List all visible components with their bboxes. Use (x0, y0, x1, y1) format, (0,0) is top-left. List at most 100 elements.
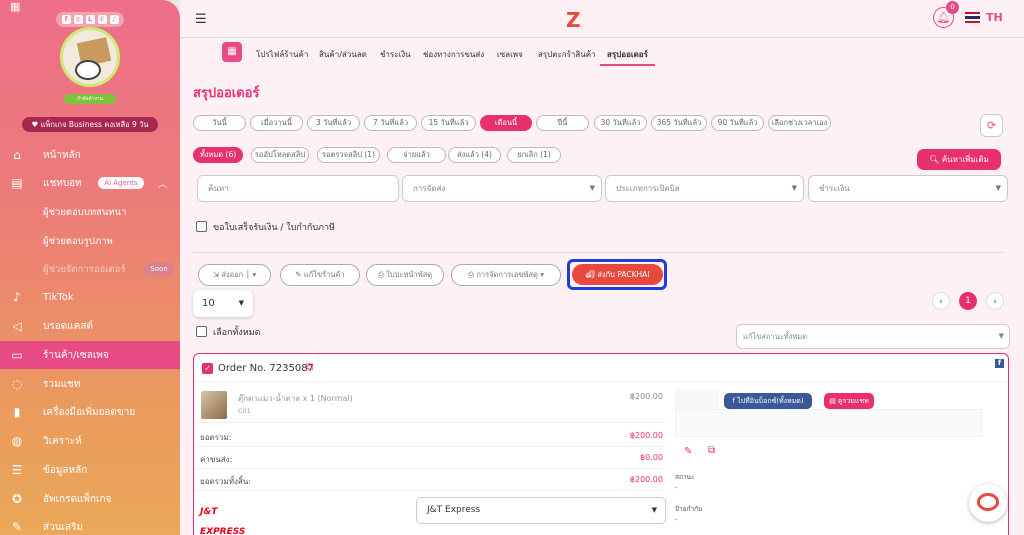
sidebar-item-master-data[interactable]: ☰ ข้อมูลหลัก (0, 456, 180, 484)
thai-flag-icon[interactable] (965, 12, 980, 23)
whatsapp-icon[interactable]: ✆ (97, 15, 107, 24)
notification-badge: 0 (946, 1, 959, 14)
grand-total-value: ฿200.00 (629, 475, 663, 484)
facebook-icon[interactable]: f (61, 15, 71, 24)
carrier-select[interactable]: J&T Express ▼ (416, 497, 666, 524)
sidebar-item-broadcast[interactable]: ◁ บรอดแคสต์ (0, 312, 180, 340)
manage-tracking-button[interactable]: ⎙ การจัดการเลขพัสดุ ▾ (451, 264, 561, 286)
date-filter-this-year[interactable]: ปีนี้ (536, 115, 589, 131)
sidebar-item-sales-tools[interactable]: ▮ เครื่องมือเพิ่มยอดขาย (0, 398, 180, 426)
sidebar-item-order-assistant[interactable]: ผู้ช่วยจัดการออเดอร์ Soon (0, 255, 180, 283)
select-all-checkbox[interactable] (196, 326, 207, 337)
subtotal-value: ฿200.00 (629, 431, 663, 440)
select-all-label: เลือกทั้งหมด (213, 328, 261, 338)
sidebar-item-chats[interactable]: ◌ รวมแชท (0, 370, 180, 398)
search-input[interactable]: ค้นหา (197, 175, 399, 202)
edit-icon[interactable]: ✎ (684, 446, 692, 457)
date-filter-90days[interactable]: 90 วันที่แล้ว (711, 115, 764, 131)
status-filter-await-slip[interactable]: รออัปโหลดสลิป (251, 147, 309, 163)
sidebar-item-label: ผู้ช่วยตอบรูปภาพ (43, 235, 113, 247)
divider (194, 422, 665, 423)
sidebar-item-label: TikTok (43, 291, 74, 303)
active-tab-indicator (600, 64, 655, 66)
app-logo[interactable]: Z (566, 8, 581, 32)
carrier-value: J&T Express (427, 505, 481, 515)
packhai-button[interactable]: 🚚︎ ส่งกับ PACKHAI (572, 264, 663, 285)
per-page-select[interactable]: 10 ▼ (193, 290, 253, 317)
date-filter-365days[interactable]: 365 วันที่แล้ว (651, 115, 707, 131)
sidebar-item-analytics[interactable]: ◍ วิเคราะห์ (0, 427, 180, 455)
shipping-select-label: การจัดส่ง (413, 184, 446, 193)
payment-select[interactable]: ชำระเงิน ▼ (808, 175, 1008, 202)
status-filter-all[interactable]: ทั้งหมด (6) (193, 147, 243, 163)
date-filter-today[interactable]: วันนี้ (193, 115, 246, 131)
tab-products[interactable]: สินค้า/ส่วนลด (319, 48, 367, 61)
tab-cart-summary[interactable]: สรุปตะกร้าสินค้า (538, 48, 596, 61)
status-filter-shipped[interactable]: ส่งแล้ว (4) (448, 147, 501, 163)
date-filter-7days[interactable]: 7 วันที่แล้ว (364, 115, 417, 131)
language-selector[interactable]: TH (986, 11, 1003, 24)
order-checkbox[interactable]: ✓ (202, 363, 213, 374)
apps-grid-icon[interactable]: ▦ (10, 0, 20, 13)
date-filter-this-month[interactable]: เดือนนี้ (480, 115, 532, 131)
sidebar-item-upgrade[interactable]: ✪ อัพเกรดแพ็กเกจ (0, 485, 180, 513)
status-filter-check-slip[interactable]: รอตรวจสลิป (1) (317, 147, 380, 163)
date-filter-30days[interactable]: 30 วันที่แล้ว (594, 115, 647, 131)
home-icon: ⌂ (13, 148, 21, 162)
tag-label: ป้ายกำกับ (675, 505, 703, 513)
tab-shipping[interactable]: ช่องทางการขนส่ง (423, 48, 484, 61)
sidebar-item-addons[interactable]: ✎ ส่วนเสริม (0, 513, 180, 535)
tab-shop-profile[interactable]: โปรไฟล์ร้านค้า (256, 48, 308, 61)
status-filter-cancelled[interactable]: ยกเลิก (1) (507, 147, 561, 163)
tab-salepage[interactable]: เซลเพจ (497, 48, 523, 61)
shop-avatar[interactable] (60, 27, 120, 87)
bill-type-select-label: ประเภทการเปิดบิล (616, 184, 680, 193)
sidebar-item-home[interactable]: ⌂ หน้าหลัก (0, 141, 180, 169)
jt-express-logo: J&T EXPRESS (200, 507, 246, 535)
duplicate-icon[interactable]: ⧉ (708, 445, 715, 456)
refresh-icon[interactable]: ⟳ (980, 114, 1003, 137)
edit-shop-button[interactable]: ✎ แก้ไขร้านค้า (280, 264, 360, 286)
chatbot-robot-icon[interactable] (969, 484, 1007, 522)
menu-icon[interactable]: ☰ (195, 12, 207, 27)
line-icon[interactable]: L (85, 15, 95, 24)
copy-icon[interactable]: ⧉ (306, 362, 313, 373)
tab-order-summary[interactable]: สรุปออเดอร์ (607, 48, 648, 61)
order-number: Order No. 7235087 (218, 363, 314, 374)
sidebar-item-conversation-assistant[interactable]: ผู้ช่วยตอบบทสนทนา (0, 198, 180, 226)
tab-payment[interactable]: ชำระเงิน (380, 48, 411, 61)
bulk-status-select[interactable]: แก้ไขสถานะทั้งหมด ▼ (736, 324, 1010, 349)
page-title: สรุปออเดอร์ (193, 86, 260, 101)
product-sku: C01 (238, 407, 251, 415)
sidebar-item-image-assistant[interactable]: ผู้ช่วยตอบรูปภาพ (0, 227, 180, 255)
package-badge[interactable]: ♥ แพ็กเกจ Business คงเหลือ 9 วัน (22, 117, 158, 132)
grid-menu-icon[interactable]: ▦ (222, 42, 242, 62)
date-filter-custom[interactable]: เลือกช่วงเวลาเอง (768, 115, 831, 131)
tiktok-icon[interactable]: ♪ (109, 15, 119, 24)
next-page-button[interactable]: › (986, 292, 1004, 310)
date-filter-yesterday[interactable]: เมื่อวานนี้ (250, 115, 303, 131)
current-page[interactable]: 1 (959, 292, 977, 310)
receipt-checkbox-label: ขอใบเสร็จรับเงิน / ใบกำกับภาษี (213, 223, 335, 233)
status-value: - (675, 484, 678, 492)
receipt-checkbox[interactable] (196, 221, 207, 232)
status-label: สถานะ (675, 473, 695, 481)
package-label: แพ็กเกจ Business คงเหลือ 9 วัน (40, 120, 149, 129)
sidebar-item-tiktok[interactable]: ♪ TikTok (0, 283, 180, 311)
export-button[interactable]: ⇲ ส่งออก │ ▾ (198, 264, 271, 286)
divider (194, 446, 665, 447)
date-filter-3days[interactable]: 3 วันที่แล้ว (307, 115, 360, 131)
sidebar-item-store[interactable]: ▭ ร้านค้า/เซลเพจ (0, 341, 180, 369)
bill-type-select[interactable]: ประเภทการเปิดบิล ▼ (605, 175, 804, 202)
shipping-select[interactable]: การจัดส่ง ▼ (402, 175, 602, 202)
chevron-up-icon[interactable]: ︿ (158, 177, 167, 190)
search-more-button[interactable]: 🔍︎ ค้นหาเพิ่มเติม (917, 149, 1001, 170)
facebook-inbox-button[interactable]: f ไปที่อินบ็อกซ์(ทั้งหมด) (724, 393, 812, 409)
status-filter-paid[interactable]: จ่ายแล้ว (387, 147, 446, 163)
view-chat-button[interactable]: ▤ ดูรวมแชท (824, 393, 874, 409)
date-filter-15days[interactable]: 15 วันที่แล้ว (421, 115, 476, 131)
print-label-button[interactable]: ⎙ ใบปะหน้าพัสดุ (366, 264, 444, 286)
instagram-icon[interactable]: ◎ (73, 15, 83, 24)
sidebar-item-chatbot[interactable]: ▤ แชทบอท Ai Agents ︿ (0, 169, 180, 197)
prev-page-button[interactable]: ‹ (932, 292, 950, 310)
